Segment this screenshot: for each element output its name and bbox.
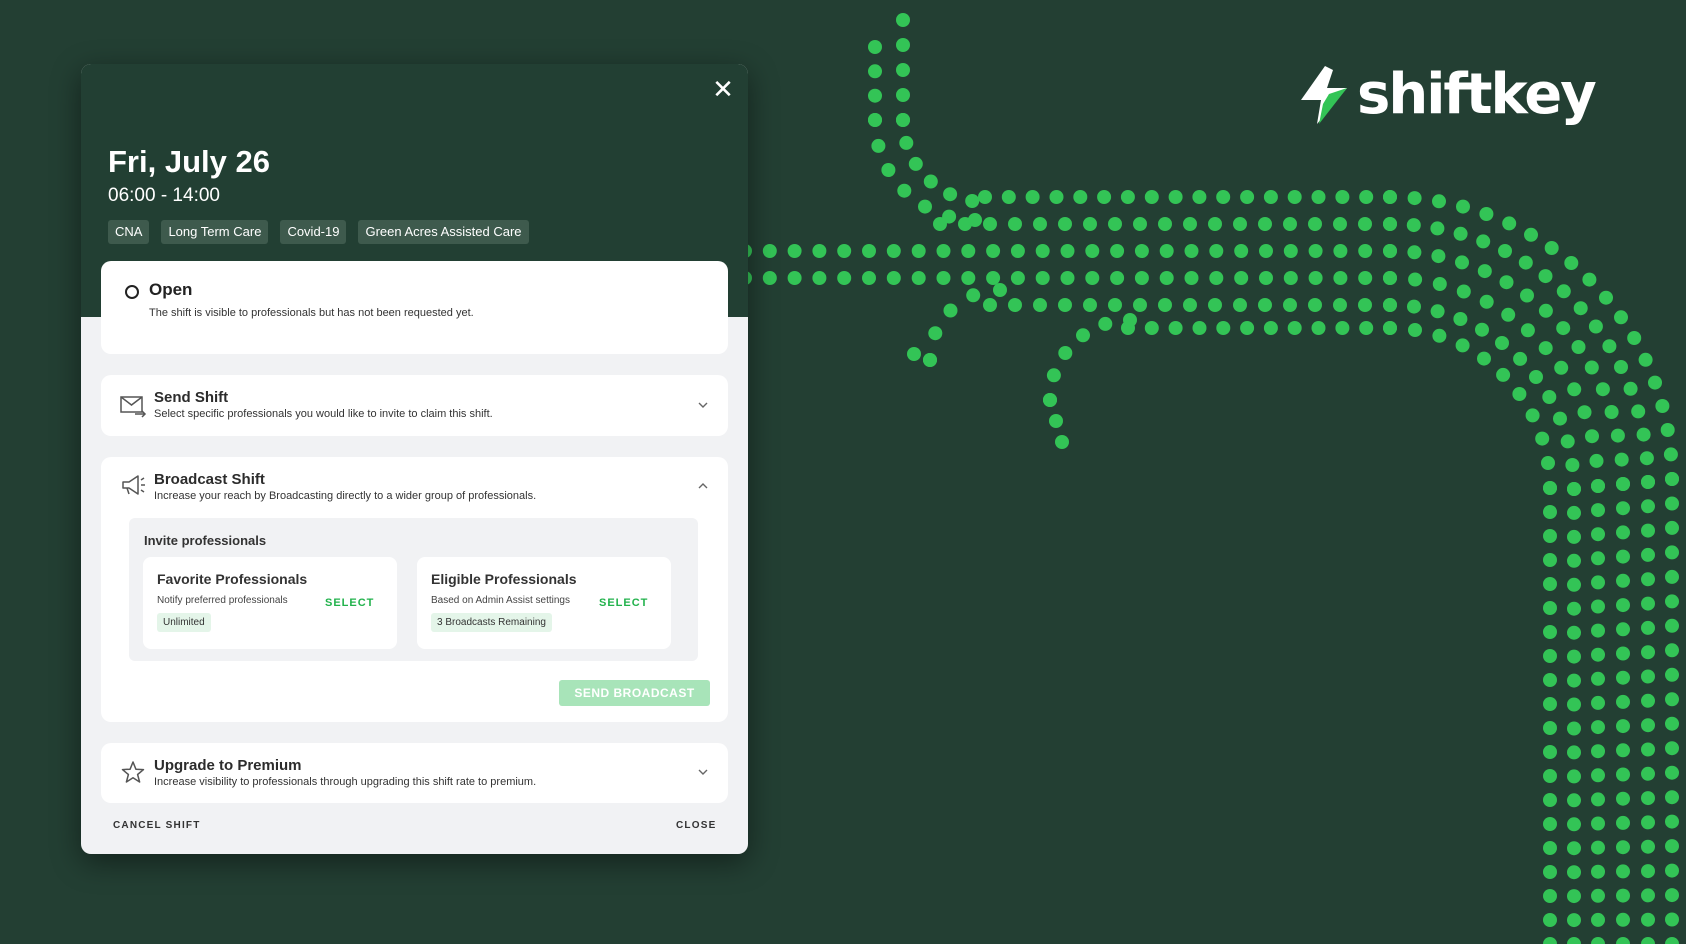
eligible-professionals-title: Eligible Professionals bbox=[431, 571, 577, 587]
chevron-down-icon[interactable] bbox=[696, 765, 710, 779]
tag-covid: Covid-19 bbox=[280, 220, 347, 244]
shift-date: Fri, July 26 bbox=[108, 144, 270, 179]
brand-name: shiftkey bbox=[1357, 62, 1597, 127]
send-shift-description: Select specific professionals you would … bbox=[154, 408, 493, 420]
invite-professionals-panel: Invite professionals Favorite Profession… bbox=[129, 518, 698, 661]
select-favorite-button[interactable]: SELECT bbox=[325, 597, 374, 609]
favorite-professionals-title: Favorite Professionals bbox=[157, 571, 308, 587]
eligible-professionals-description: Based on Admin Assist settings bbox=[431, 595, 570, 606]
broadcast-shift-title: Broadcast Shift bbox=[154, 471, 265, 488]
envelope-arrow-icon bbox=[120, 396, 147, 418]
status-description: The shift is visible to professionals bu… bbox=[149, 307, 474, 319]
tag-care-type: Long Term Care bbox=[161, 220, 269, 244]
favorite-professionals-card: Favorite Professionals Notify preferred … bbox=[143, 557, 397, 649]
upgrade-premium-title: Upgrade to Premium bbox=[154, 757, 302, 774]
tag-facility: Green Acres Assisted Care bbox=[358, 220, 529, 244]
eligible-professionals-card: Eligible Professionals Based on Admin As… bbox=[417, 557, 671, 649]
status-card: Open The shift is visible to professiona… bbox=[101, 261, 728, 354]
status-circle-icon bbox=[125, 285, 139, 299]
send-shift-title: Send Shift bbox=[154, 389, 229, 406]
broadcast-shift-section: Broadcast Shift Increase your reach by B… bbox=[101, 457, 728, 722]
close-icon[interactable]: ✕ bbox=[708, 74, 738, 104]
chevron-up-icon[interactable] bbox=[696, 479, 710, 493]
shift-details-modal: ✕ Fri, July 26 06:00 - 14:00 CNA Long Te… bbox=[81, 64, 748, 854]
favorite-badge: Unlimited bbox=[157, 613, 211, 632]
broadcast-shift-description: Increase your reach by Broadcasting dire… bbox=[154, 490, 537, 502]
shiftkey-bolt-icon bbox=[1301, 66, 1347, 124]
tag-role: CNA bbox=[108, 220, 150, 244]
status-title: Open bbox=[149, 280, 193, 299]
star-icon bbox=[121, 761, 145, 783]
send-shift-section[interactable]: Send Shift Select specific professionals… bbox=[101, 375, 728, 436]
favorite-professionals-description: Notify preferred professionals bbox=[157, 595, 288, 606]
megaphone-icon bbox=[122, 475, 145, 495]
cancel-shift-button[interactable]: CANCEL SHIFT bbox=[113, 820, 201, 831]
chevron-down-icon[interactable] bbox=[696, 398, 710, 412]
shift-tags: CNA Long Term Care Covid-19 Green Acres … bbox=[108, 220, 529, 244]
close-button[interactable]: CLOSE bbox=[676, 820, 716, 831]
select-eligible-button[interactable]: SELECT bbox=[599, 597, 648, 609]
upgrade-premium-section[interactable]: Upgrade to Premium Increase visibility t… bbox=[101, 743, 728, 803]
eligible-badge: 3 Broadcasts Remaining bbox=[431, 613, 552, 632]
invite-professionals-label: Invite professionals bbox=[144, 533, 267, 548]
shiftkey-logo: shiftkey bbox=[1295, 62, 1597, 127]
shift-time: 06:00 - 14:00 bbox=[108, 185, 220, 206]
send-broadcast-button[interactable]: SEND BROADCAST bbox=[559, 680, 710, 706]
upgrade-premium-description: Increase visibility to professionals thr… bbox=[154, 776, 537, 788]
